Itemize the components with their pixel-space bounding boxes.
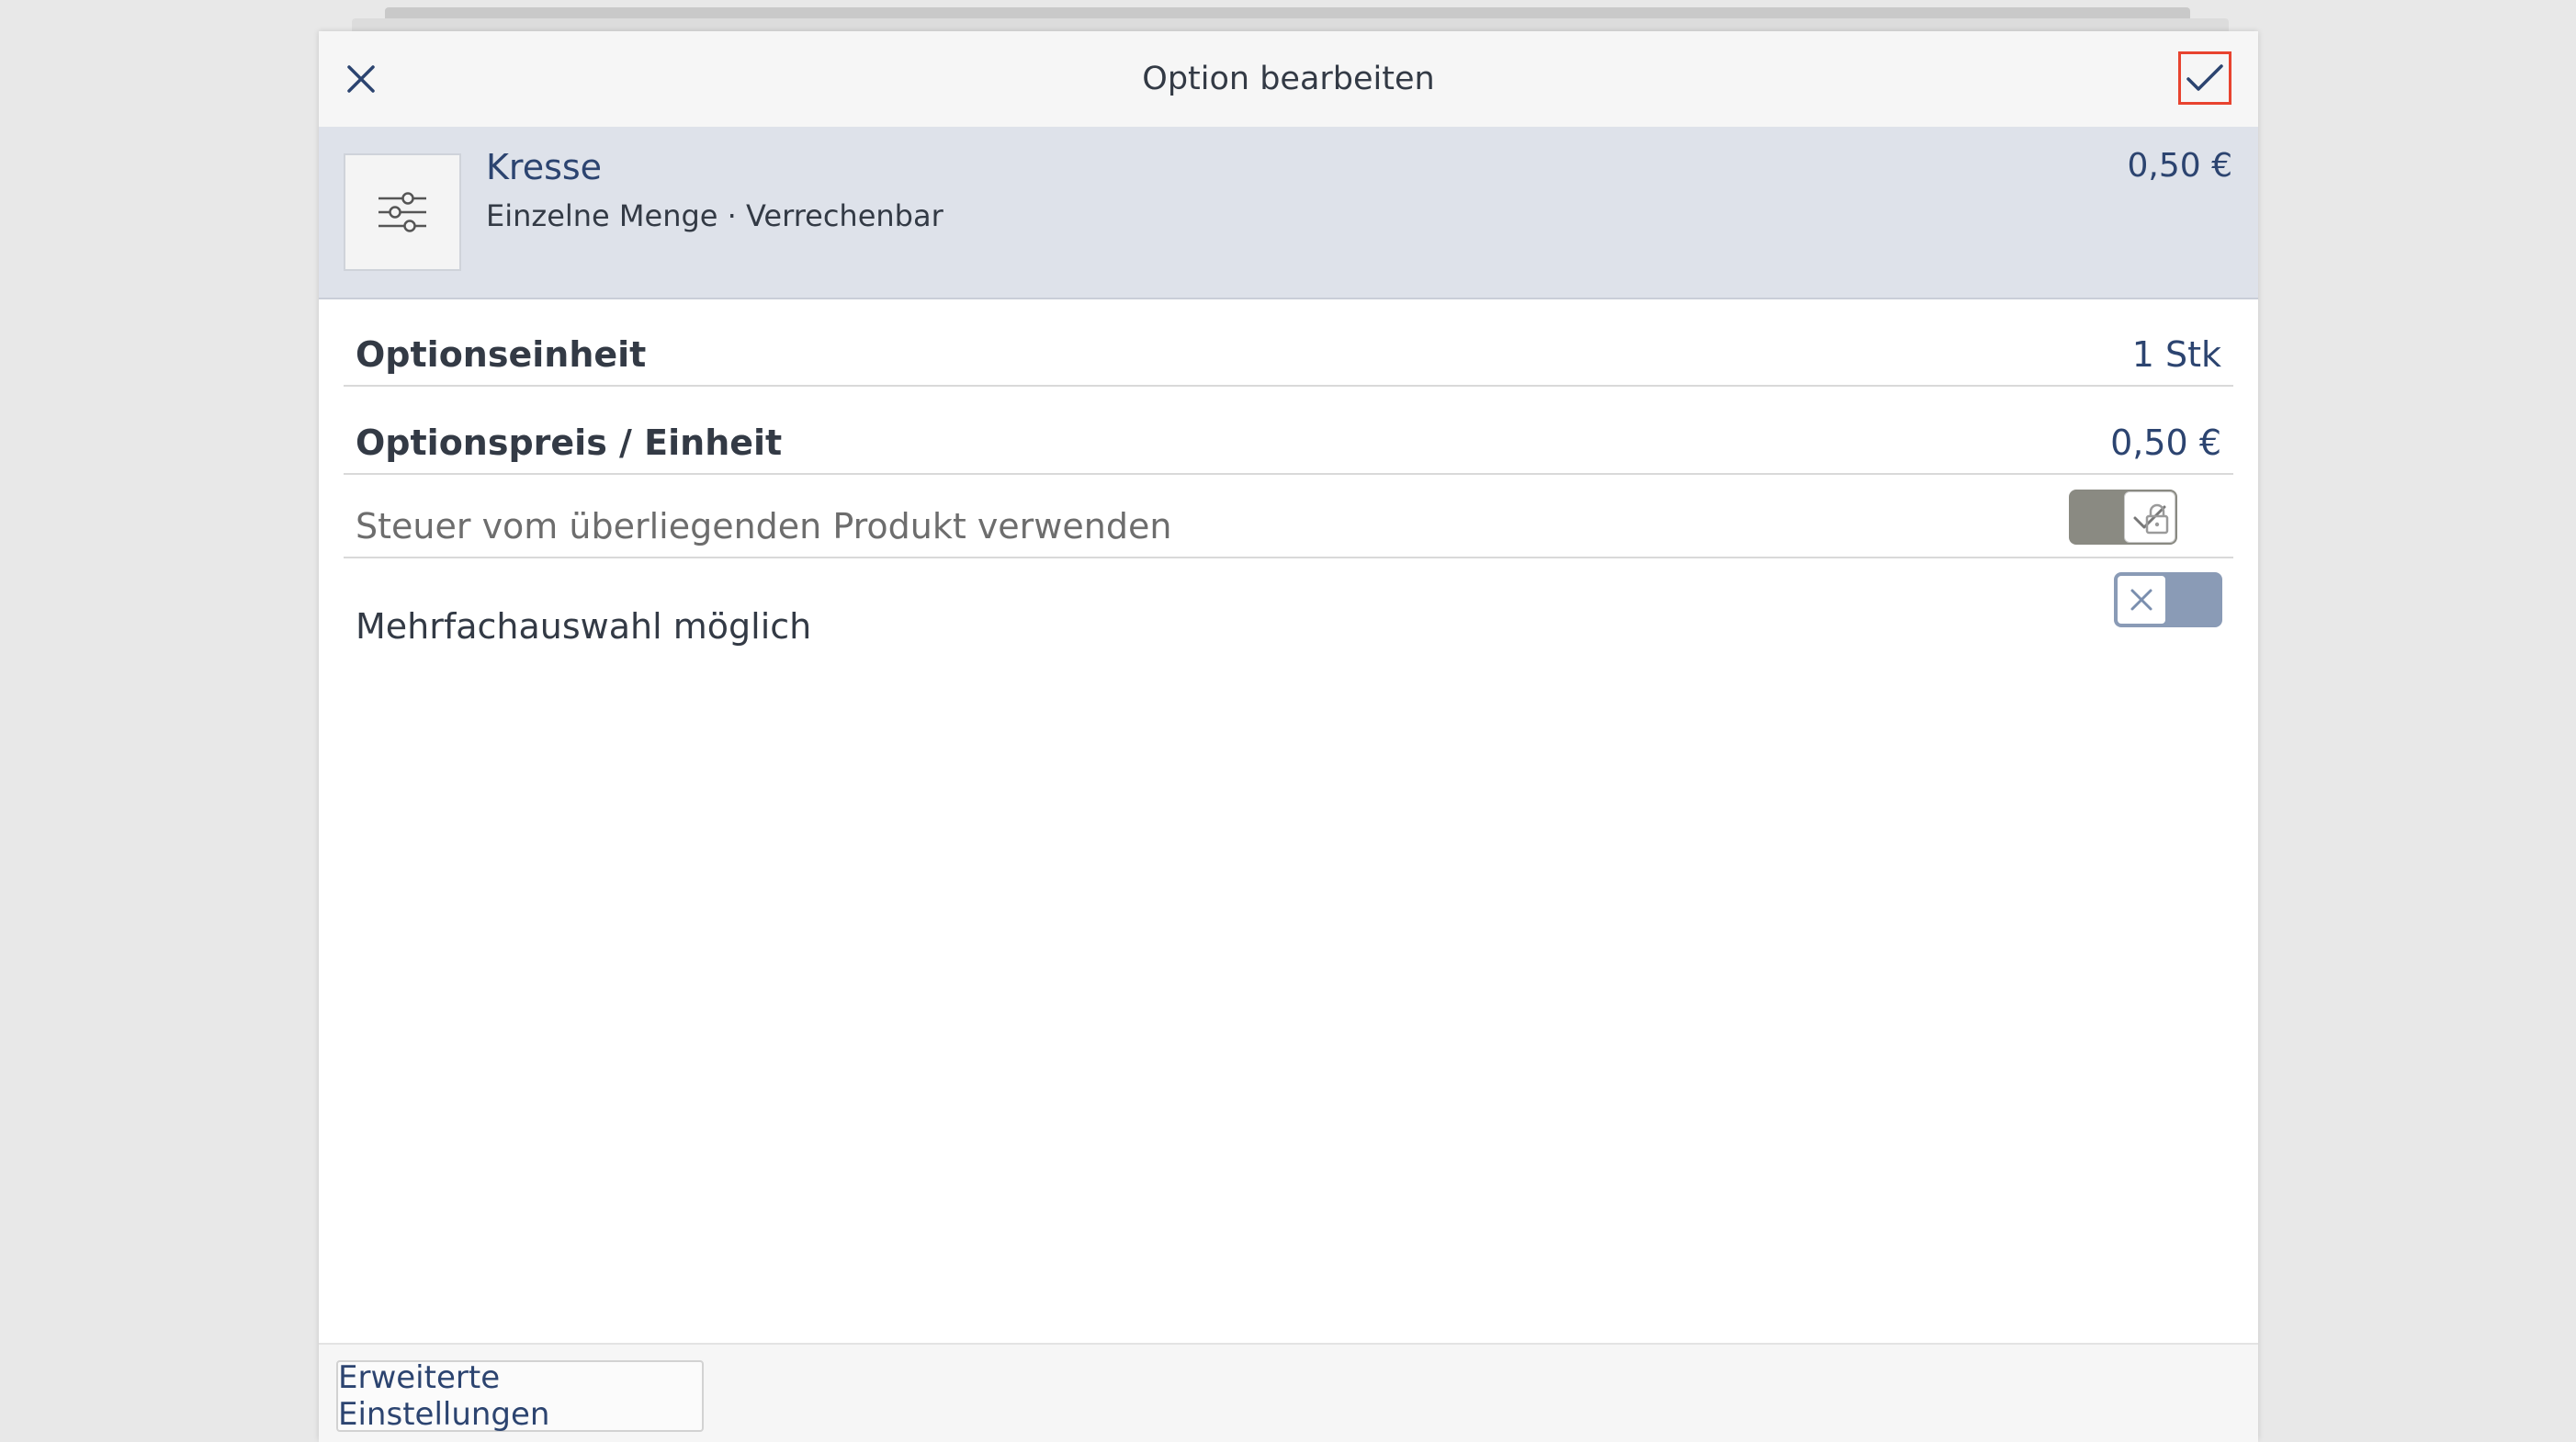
product-subtitle: Einzelne Menge · Verrechenbar [486,198,943,233]
tax-row: Steuer vom überliegenden Produkt verwend… [344,475,2233,558]
option-unit-label: Optionseinheit [356,334,647,375]
option-price-label: Optionspreis / Einheit [356,422,783,463]
product-price: 0,50 € [2127,147,2232,185]
sliders-icon [378,192,426,232]
option-price-value: 0,50 € [2110,422,2221,463]
confirm-button[interactable] [2178,51,2231,105]
close-icon [2130,589,2152,611]
product-icon[interactable] [344,153,461,271]
divider [344,385,2233,387]
toggle-knob [2116,574,2167,625]
lock-icon [2145,503,2169,535]
dialog-footer: Erweiterte Einstellungen [319,1343,2258,1442]
dialog-header: Option bearbeiten [319,31,2258,128]
edit-option-dialog: Option bearbeiten Kresse Einzelne Menge … [319,31,2258,1442]
product-name: Kresse [486,147,603,187]
tax-label: Steuer vom überliegenden Produkt verwend… [356,506,1172,546]
check-icon [2186,64,2223,91]
product-summary: Kresse Einzelne Menge · Verrechenbar 0,5… [319,127,2258,299]
option-unit-value: 1 Stk [2131,334,2221,375]
multi-select-toggle[interactable] [2114,572,2222,627]
multi-select-label: Mehrfachauswahl möglich [356,606,812,647]
multi-select-row: Mehrfachauswahl möglich [344,558,2233,647]
advanced-settings-button[interactable]: Erweiterte Einstellungen [336,1359,704,1433]
dialog-title: Option bearbeiten [1142,61,1435,97]
